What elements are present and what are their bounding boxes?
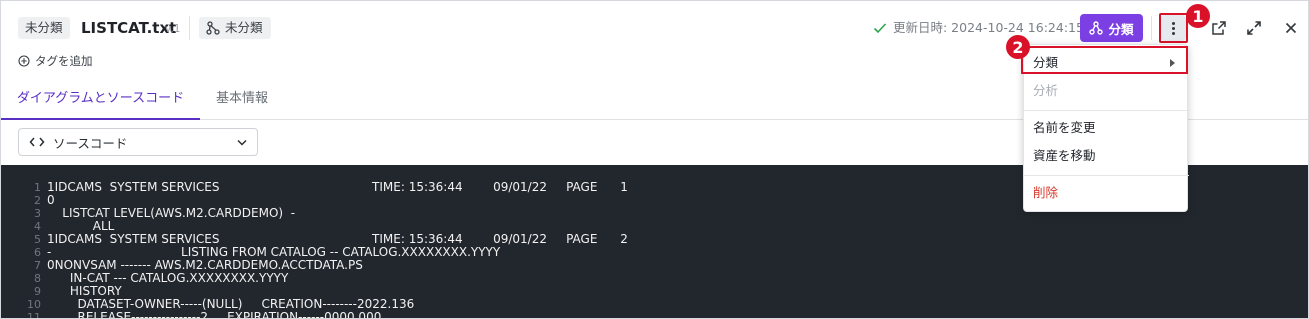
category-label: 未分類 <box>225 20 263 35</box>
tab-basic-info[interactable]: 基本情報 <box>216 81 268 120</box>
line-number: 3 <box>34 207 41 220</box>
chevron-down-icon <box>237 139 247 146</box>
add-tag-label: タグを追加 <box>35 54 93 68</box>
step-marker-1: 1 <box>1186 4 1210 28</box>
classify-button[interactable]: 分類 <box>1080 14 1143 42</box>
line-number: 8 <box>34 272 41 285</box>
menu-item-delete[interactable]: 削除 <box>1024 180 1189 206</box>
line-number: 11 <box>27 311 41 319</box>
code-text: 1IDCAMS SYSTEM SERVICES TIME: 15:36:44 0… <box>47 180 628 194</box>
annotation-highlight-classify-item <box>1021 46 1188 74</box>
menu-divider <box>1024 110 1189 111</box>
view-mode-value: ソースコード <box>53 135 128 151</box>
asset-detail-panel: 未分類 LISTCAT.txt v.1 未分類 タグを追加 更新日時: 2024… <box>0 0 1309 319</box>
classify-button-label: 分類 <box>1108 21 1134 37</box>
header-divider <box>189 16 190 40</box>
line-number: 4 <box>34 220 41 233</box>
line-number: 10 <box>27 298 41 311</box>
asset-type-badge: 未分類 <box>18 17 70 39</box>
menu-divider <box>1024 175 1189 176</box>
line-number: 2 <box>34 194 41 207</box>
tab-diagram-source[interactable]: ダイアグラムとソースコード <box>1 81 200 120</box>
code-line: 11 RELEASE----------------2 EXPIRATION--… <box>1 310 1308 319</box>
line-number: 6 <box>34 246 41 259</box>
expand-icon[interactable] <box>1244 18 1264 38</box>
menu-item-move-asset[interactable]: 資産を移動 <box>1024 143 1189 169</box>
category-pill[interactable]: 未分類 <box>199 17 271 39</box>
menu-item-rename[interactable]: 名前を変更 <box>1024 115 1189 141</box>
code-brackets-icon <box>29 137 45 147</box>
category-tree-icon <box>206 21 220 35</box>
check-icon <box>873 23 887 34</box>
file-name-title: LISTCAT.txt <box>81 19 177 37</box>
view-mode-select[interactable]: ソースコード <box>18 128 258 156</box>
open-external-icon[interactable] <box>1209 18 1229 38</box>
header-divider <box>1151 16 1152 40</box>
updated-text: 更新日時: 2024-10-24 16:24:15 <box>893 20 1084 35</box>
plus-circle-icon <box>18 55 30 67</box>
code-line: 8 IN-CAT --- CATALOG.XXXXXXXX.YYYY <box>1 272 1308 286</box>
step-marker-2: 2 <box>1006 35 1030 59</box>
code-text: RELEASE----------------2 EXPIRATION-----… <box>47 310 382 319</box>
add-tag-button[interactable]: タグを追加 <box>18 53 93 69</box>
line-number: 1 <box>34 181 41 194</box>
menu-item-analyze: 分析 <box>1033 83 1059 98</box>
line-number: 5 <box>34 233 41 246</box>
close-icon[interactable] <box>1281 18 1301 38</box>
line-number: 7 <box>34 259 41 272</box>
category-tree-icon <box>1089 21 1104 35</box>
line-number: 9 <box>34 285 41 298</box>
annotation-highlight-more-button <box>1159 13 1188 43</box>
updated-timestamp: 更新日時: 2024-10-24 16:24:15 <box>873 19 1084 37</box>
version-label: v.1 <box>165 23 181 35</box>
